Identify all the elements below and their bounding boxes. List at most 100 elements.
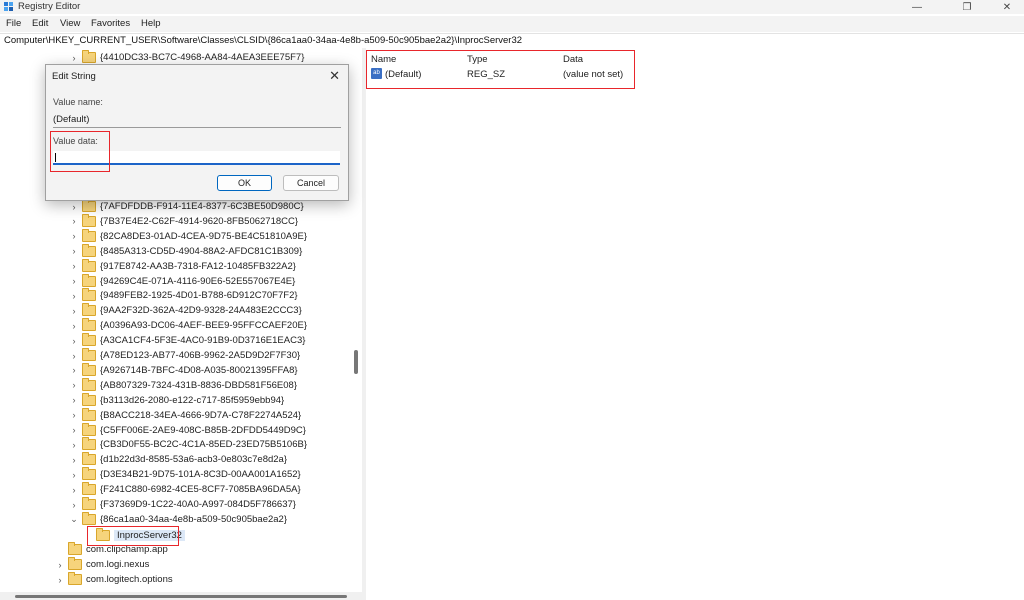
value-data: (value not set) — [563, 69, 624, 80]
tree-item[interactable]: › {A0396A93-DC06-4AEF-BEE9-95FFCCAEF20E} — [68, 318, 307, 333]
tree-item[interactable]: › {917E8742-AA3B-7318-FA12-10485FB322A2} — [68, 258, 296, 274]
tree-item[interactable]: › {b3113d26-2080-e122-c717-85f5959ebb94} — [68, 392, 284, 408]
value-name-label: Value name: — [53, 97, 103, 107]
chevron-down-icon[interactable]: ⌄ — [68, 514, 80, 525]
chevron-right-icon[interactable]: › — [68, 246, 80, 256]
chevron-right-icon[interactable]: › — [68, 53, 80, 63]
close-icon[interactable]: ✕ — [992, 0, 1022, 14]
chevron-right-icon[interactable]: › — [68, 321, 80, 331]
chevron-right-icon[interactable]: › — [68, 351, 80, 361]
chevron-right-icon[interactable]: › — [68, 440, 80, 450]
tree-item[interactable]: › {C5FF006E-2AE9-408C-B85B-2DFDD5449D9C} — [68, 422, 306, 438]
column-header-name[interactable]: Name — [371, 54, 396, 65]
menu-edit[interactable]: Edit — [32, 18, 48, 29]
column-header-data[interactable]: Data — [563, 54, 583, 65]
tree-item[interactable]: › {A926714B-7BFC-4D08-A035-80021395FFA8} — [68, 362, 298, 378]
tree-item[interactable]: › {A78ED123-AB77-406B-9962-2A5D9D2F7F30} — [68, 348, 300, 363]
registry-editor-icon — [4, 2, 13, 11]
tree-item[interactable]: › {7B37E4E2-C62F-4914-9620-8FB5062718CC} — [68, 213, 299, 229]
window-title: Registry Editor — [18, 1, 81, 12]
chevron-right-icon[interactable]: › — [68, 410, 80, 420]
tree-item[interactable]: › {94269C4E-071A-4116-90E6-52E557067E4E} — [68, 273, 296, 289]
menu-file[interactable]: File — [6, 18, 21, 29]
menu-help[interactable]: Help — [141, 18, 161, 29]
tree-item-label: InprocServer32 — [114, 530, 185, 541]
chevron-right-icon[interactable]: › — [68, 276, 80, 286]
chevron-right-icon[interactable]: › — [68, 425, 80, 435]
tree-hscroll-thumb[interactable] — [15, 595, 347, 598]
tree-item-label: {A78ED123-AB77-406B-9962-2A5D9D2F7F30} — [100, 350, 301, 361]
tree-item[interactable]: com.clipchamp.app — [54, 542, 168, 557]
folder-icon — [82, 228, 96, 242]
tree-item[interactable]: › {D3E34B21-9D75-101A-8C3D-00AA001A1652} — [68, 467, 301, 482]
tree-item[interactable]: › {F37369D9-1C22-40A0-A997-084D5F786637} — [68, 497, 296, 512]
tree-item-label: {7B37E4E2-C62F-4914-9620-8FB5062718CC} — [100, 215, 299, 227]
tree-item[interactable]: › {7AFDFDDB-F914-11E4-8377-6C3BE50D980C} — [68, 199, 304, 214]
tree-item[interactable]: › {82CA8DE3-01AD-4CEA-9D75-BE4C51810A9E} — [68, 228, 307, 244]
chevron-right-icon[interactable]: › — [68, 365, 80, 375]
text-caret — [55, 153, 56, 162]
chevron-right-icon[interactable]: › — [68, 231, 80, 241]
tree-item-label: {d1b22d3d-8585-53a6-acb3-0e803c7e8d2a} — [100, 454, 288, 466]
tree-item[interactable]: › {CB3D0F55-BC2C-4C1A-85ED-23ED75B5106B} — [68, 437, 307, 452]
chevron-right-icon[interactable]: › — [68, 261, 80, 271]
chevron-right-icon[interactable]: › — [68, 306, 80, 316]
values-pane[interactable]: Name Type Data ab (Default) REG_SZ (valu… — [366, 48, 1024, 600]
folder-icon — [82, 303, 96, 317]
tree-vertical-scrollbar[interactable] — [349, 48, 362, 592]
tree-item-label: {F37369D9-1C22-40A0-A997-084D5F786637} — [100, 499, 296, 510]
maximize-icon[interactable]: ❐ — [952, 0, 982, 14]
address-bar[interactable]: Computer\HKEY_CURRENT_USER\Software\Clas… — [0, 33, 1024, 49]
tree-item[interactable]: › {9AA2F32D-362A-42D9-9328-24A483E2CCC3} — [68, 303, 302, 318]
tree-item[interactable]: › {AB807329-7324-431B-8836-DBD581F56E08} — [68, 377, 298, 393]
tree-item-label: {9AA2F32D-362A-42D9-9328-24A483E2CCC3} — [100, 305, 302, 317]
tree-item[interactable]: › {F241C880-6982-4CE5-8CF7-7085BA96DA5A} — [68, 482, 301, 497]
ok-button[interactable]: OK — [217, 175, 272, 191]
tree-item-label: com.clipchamp.app — [86, 544, 168, 555]
chevron-right-icon[interactable]: › — [54, 560, 66, 570]
menu-view[interactable]: View — [60, 18, 80, 29]
tree-item-label: {94269C4E-071A-4116-90E6-52E557067E4E} — [100, 275, 296, 287]
folder-icon — [82, 497, 96, 510]
chevron-right-icon[interactable]: › — [68, 291, 80, 301]
title-bar: Registry Editor — ❐ ✕ — [0, 0, 1024, 14]
tree-scroll-thumb[interactable] — [354, 350, 358, 374]
folder-icon — [82, 377, 96, 391]
chevron-right-icon[interactable]: › — [68, 455, 80, 465]
tree-item-label: {4410DC33-BC7C-4968-AA84-4AEA3EEE75F7} — [100, 52, 305, 63]
chevron-right-icon[interactable]: › — [68, 395, 80, 405]
value-type: REG_SZ — [467, 69, 506, 80]
minimize-icon[interactable]: — — [902, 0, 932, 14]
tree-item[interactable]: › com.logitech.options — [54, 572, 173, 587]
chevron-right-icon[interactable]: › — [68, 485, 80, 495]
tree-item-inprocserver32[interactable]: InprocServer32 — [82, 528, 185, 543]
tree-item-label: {CB3D0F55-BC2C-4C1A-85ED-23ED75B5106B} — [100, 439, 308, 451]
dialog-close-icon[interactable]: ✕ — [329, 68, 340, 84]
chevron-right-icon[interactable]: › — [68, 500, 80, 510]
value-data-input[interactable] — [53, 151, 340, 165]
tree-item[interactable]: › {B8ACC218-34EA-4666-9D7A-C78F2274A524} — [68, 407, 301, 423]
cancel-button[interactable]: Cancel — [283, 175, 339, 191]
address-path[interactable]: Computer\HKEY_CURRENT_USER\Software\Clas… — [4, 35, 522, 46]
tree-item[interactable]: › com.logi.nexus — [54, 557, 149, 572]
folder-icon — [82, 288, 96, 302]
tree-item-label: {A926714B-7BFC-4D08-A035-80021395FFA8} — [100, 364, 298, 376]
chevron-right-icon[interactable]: › — [68, 336, 80, 346]
tree-item[interactable]: › {d1b22d3d-8585-53a6-acb3-0e803c7e8d2a} — [68, 452, 287, 467]
tree-item[interactable]: › {8485A313-CD5D-4904-88A2-AFDC81C1B309} — [68, 243, 302, 259]
chevron-right-icon[interactable]: › — [54, 575, 66, 585]
tree-item-label: {7AFDFDDB-F914-11E4-8377-6C3BE50D980C} — [100, 201, 304, 212]
chevron-right-icon[interactable]: › — [68, 202, 80, 212]
chevron-right-icon[interactable]: › — [68, 216, 80, 226]
tree-item[interactable]: › {A3CA1CF4-5F3E-4AC0-91B9-0D3716E1EAC3} — [68, 333, 305, 348]
chevron-right-icon[interactable]: › — [68, 380, 80, 390]
tree-item[interactable]: ⌄ {86ca1aa0-34aa-4e8b-a509-50c905bae2a2} — [68, 511, 287, 527]
value-name[interactable]: (Default) — [385, 69, 421, 80]
menu-favorites[interactable]: Favorites — [91, 18, 130, 29]
column-header-type[interactable]: Type — [467, 54, 488, 65]
tree-item[interactable]: › {9489FEB2-1925-4D01-B788-6D912C70F7F2} — [68, 288, 298, 303]
chevron-right-icon[interactable]: › — [68, 470, 80, 480]
folder-icon — [68, 542, 82, 555]
tree-item-label: {AB807329-7324-431B-8836-DBD581F56E08} — [100, 379, 298, 391]
tree-item[interactable]: › {4410DC33-BC7C-4968-AA84-4AEA3EEE75F7} — [68, 50, 304, 65]
